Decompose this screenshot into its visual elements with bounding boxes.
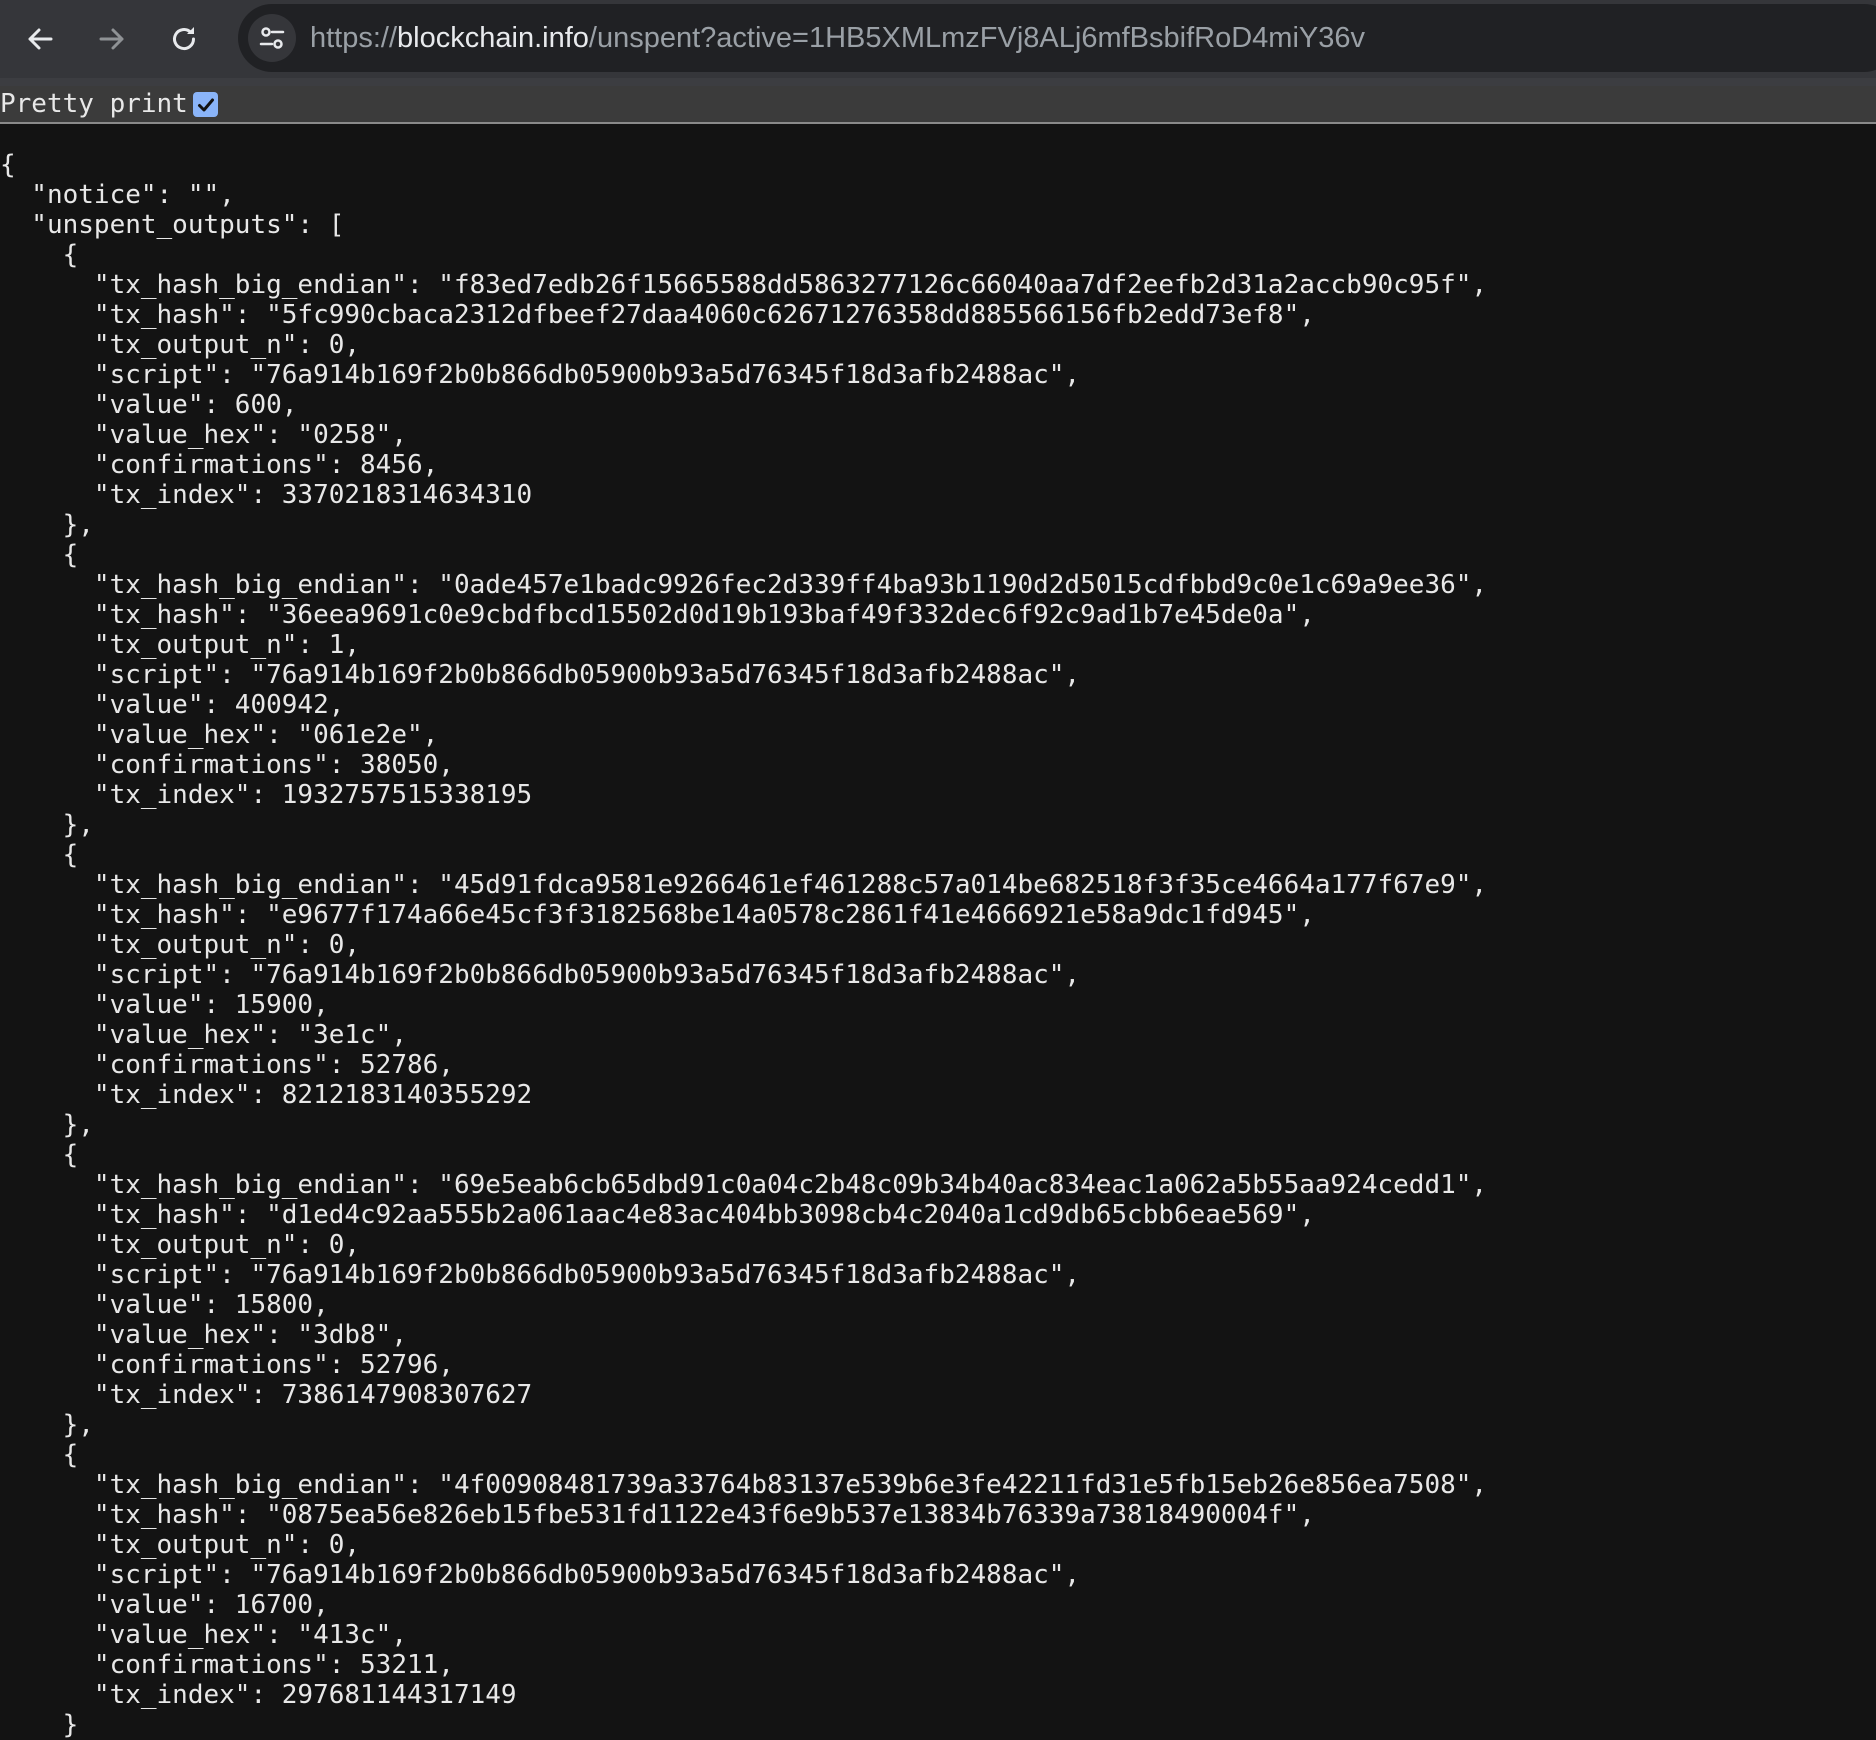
pretty-print-checkbox[interactable] [193, 92, 218, 117]
json-line: "script": "76a914b169f2b0b866db05900b93a… [0, 360, 1081, 390]
json-line: "confirmations": 53211, [0, 1650, 454, 1680]
json-line: "value": 15800, [0, 1290, 329, 1320]
json-line: "value_hex": "413c", [0, 1620, 407, 1650]
checkmark-icon [197, 98, 214, 111]
json-line: "tx_hash_big_endian": "4f00908481739a337… [0, 1470, 1488, 1500]
pretty-print-label: Pretty print [0, 89, 188, 119]
json-line: "tx_output_n": 1, [0, 630, 361, 660]
json-line: "notice": "", [0, 180, 235, 210]
json-line: "value_hex": "0258", [0, 420, 407, 450]
json-line: "tx_hash": "d1ed4c92aa555b2a061aac4e83ac… [0, 1200, 1315, 1230]
json-viewer: { "notice": "", "unspent_outputs": [ { "… [0, 150, 1876, 1740]
json-line: "value": 400942, [0, 690, 345, 720]
pretty-print-bar: Pretty print [0, 86, 1876, 124]
url-scheme: https:// [310, 22, 398, 54]
json-line: "script": "76a914b169f2b0b866db05900b93a… [0, 1560, 1081, 1590]
json-line: "value_hex": "3db8", [0, 1320, 407, 1350]
json-line: }, [0, 1110, 94, 1140]
json-line: "tx_hash": "5fc990cbaca2312dfbeef27daa40… [0, 300, 1315, 330]
json-line: "value": 600, [0, 390, 298, 420]
json-line: }, [0, 1410, 94, 1440]
json-line: "tx_index": 3370218314634310 [0, 480, 533, 510]
json-line: "tx_output_n": 0, [0, 1530, 361, 1560]
json-line: }, [0, 810, 94, 840]
json-line: "tx_hash_big_endian": "45d91fdca9581e926… [0, 870, 1488, 900]
arrow-right-icon [99, 28, 124, 50]
json-line: "tx_hash": "0875ea56e826eb15fbe531fd1122… [0, 1500, 1315, 1530]
reload-icon [173, 27, 196, 51]
json-line: "confirmations": 38050, [0, 750, 454, 780]
address-bar[interactable]: https://blockchain.info/unspent?active=1… [238, 4, 1876, 72]
json-line: "value": 16700, [0, 1590, 329, 1620]
json-line: "script": "76a914b169f2b0b866db05900b93a… [0, 960, 1081, 990]
toolbar-divider [0, 78, 1876, 86]
json-line: "value": 15900, [0, 990, 329, 1020]
json-line: "tx_output_n": 0, [0, 930, 361, 960]
json-line: "tx_hash": "e9677f174a66e45cf3f3182568be… [0, 900, 1315, 930]
arrow-left-icon [28, 28, 53, 50]
reload-button[interactable] [160, 15, 208, 63]
browser-toolbar: https://blockchain.info/unspent?active=1… [0, 0, 1876, 78]
json-line: { [0, 240, 79, 270]
json-line: }, [0, 510, 94, 540]
json-line: "tx_index": 1932757515338195 [0, 780, 533, 810]
json-line: "tx_output_n": 0, [0, 1230, 361, 1260]
json-line: "script": "76a914b169f2b0b866db05900b93a… [0, 1260, 1081, 1290]
json-line: { [0, 540, 79, 570]
json-line: "value_hex": "061e2e", [0, 720, 439, 750]
url-host: blockchain.info [397, 22, 589, 54]
json-line: { [0, 1440, 79, 1470]
json-line: "tx_hash_big_endian": "69e5eab6cb65dbd91… [0, 1170, 1488, 1200]
json-line: "tx_hash_big_endian": "f83ed7edb26f15665… [0, 270, 1488, 300]
url-path: /unspent?active=1HB5XMLmzFVj8ALj6mfBsbif… [588, 22, 1365, 54]
site-info-button[interactable] [248, 14, 296, 62]
json-line: "confirmations": 52796, [0, 1350, 454, 1380]
json-line: { [0, 150, 16, 180]
json-line: "tx_hash_big_endian": "0ade457e1badc9926… [0, 570, 1488, 600]
forward-button[interactable] [88, 15, 136, 63]
json-line: "value_hex": "3e1c", [0, 1020, 407, 1050]
url-text[interactable]: https://blockchain.info/unspent?active=1… [310, 4, 1365, 72]
json-line: "tx_index": 297681144317149 [0, 1680, 517, 1710]
tune-icon [259, 27, 285, 49]
json-line: { [0, 1140, 79, 1170]
json-line: } [0, 1710, 79, 1740]
back-button[interactable] [16, 15, 64, 63]
json-line: "tx_hash": "36eea9691c0e9cbdfbcd15502d0d… [0, 600, 1315, 630]
json-line: "confirmations": 52786, [0, 1050, 454, 1080]
json-line: "tx_output_n": 0, [0, 330, 361, 360]
json-line: "tx_index": 8212183140355292 [0, 1080, 533, 1110]
json-line: "unspent_outputs": [ [0, 210, 345, 240]
json-line: "script": "76a914b169f2b0b866db05900b93a… [0, 660, 1081, 690]
json-line: { [0, 840, 79, 870]
json-line: "tx_index": 7386147908307627 [0, 1380, 533, 1410]
json-line: "confirmations": 8456, [0, 450, 439, 480]
